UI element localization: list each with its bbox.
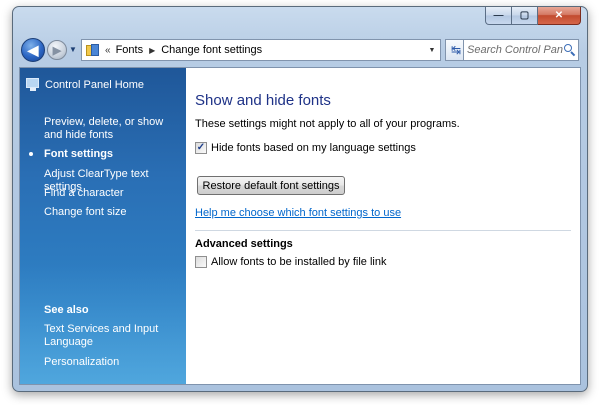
refresh-icon: ↹	[450, 43, 462, 57]
sidebar-item-change-font-size[interactable]: Change font size	[44, 206, 182, 219]
content-frame: Control Panel Home Preview, delete, or s…	[19, 67, 581, 385]
file-link-checkbox[interactable]	[195, 256, 207, 268]
checkmark-icon: ✓	[196, 142, 206, 153]
search-box	[463, 39, 579, 61]
address-bar[interactable]: « Fonts ▶ Change font settings ▼	[81, 39, 441, 61]
file-link-option[interactable]: Allow fonts to be installed by file link	[195, 256, 386, 268]
close-icon: ✕	[554, 10, 564, 21]
address-dropdown-button[interactable]: ▼	[424, 40, 440, 60]
breadcrumb-overflow-icon[interactable]: «	[105, 45, 111, 56]
fonts-folder-icon	[85, 43, 101, 57]
navigation-bar: ◀ ▶ ▼ « Fonts ▶ Change font settings ▼ ↹	[19, 35, 581, 65]
search-icon[interactable]	[563, 43, 577, 57]
recent-pages-button[interactable]: ▼	[69, 45, 77, 54]
advanced-settings-heading: Advanced settings	[195, 238, 293, 250]
back-button[interactable]: ◀	[21, 38, 45, 62]
minimize-button[interactable]: —	[485, 7, 512, 25]
sidebar-item-find-character[interactable]: Find a character	[44, 187, 182, 200]
sidebar-item-font-settings[interactable]: Font settings	[44, 148, 182, 161]
close-button[interactable]: ✕	[538, 7, 581, 25]
search-input[interactable]	[467, 41, 563, 59]
file-link-label[interactable]: Allow fonts to be installed by file link	[211, 256, 386, 268]
control-panel-home-label: Control Panel Home	[45, 78, 145, 91]
chevron-down-icon: ▼	[69, 45, 77, 54]
settings-note: These settings might not apply to all of…	[195, 118, 460, 130]
fonts-window: — ▢ ✕ ◀ ▶ ▼ « Fonts ▶ Change font settin…	[12, 6, 588, 392]
help-link[interactable]: Help me choose which font settings to us…	[195, 207, 401, 219]
see-also-personalization[interactable]: Personalization	[44, 356, 182, 369]
chevron-down-icon: ▼	[428, 46, 436, 54]
forward-button[interactable]: ▶	[47, 40, 67, 60]
breadcrumb-change-font-settings[interactable]: Change font settings	[161, 44, 262, 56]
task-pane: Control Panel Home Preview, delete, or s…	[20, 68, 186, 384]
breadcrumb-fonts[interactable]: Fonts	[116, 44, 144, 56]
maximize-button[interactable]: ▢	[512, 7, 538, 25]
back-arrow-icon: ◀	[27, 41, 39, 58]
maximize-icon: ▢	[519, 10, 530, 21]
control-panel-icon	[26, 78, 40, 92]
hide-fonts-option[interactable]: ✓ Hide fonts based on my language settin…	[195, 142, 416, 154]
caption-buttons: — ▢ ✕	[485, 7, 581, 25]
breadcrumb-arrow-icon[interactable]: ▶	[149, 46, 155, 55]
hide-fonts-label[interactable]: Hide fonts based on my language settings	[211, 142, 416, 154]
section-divider	[195, 230, 571, 231]
control-panel-home-link[interactable]: Control Panel Home	[26, 78, 144, 92]
sidebar-item-preview-fonts[interactable]: Preview, delete, or show and hide fonts	[44, 116, 182, 142]
restore-default-button[interactable]: Restore default font settings	[197, 176, 345, 195]
main-pane: Show and hide fonts These settings might…	[186, 68, 580, 384]
minimize-icon: —	[493, 10, 504, 21]
see-also-text-services[interactable]: Text Services and Input Language	[44, 323, 182, 349]
current-page-bullet-icon	[29, 152, 33, 156]
page-title: Show and hide fonts	[195, 92, 331, 109]
see-also-heading: See also	[44, 304, 89, 316]
forward-arrow-icon: ▶	[52, 44, 62, 57]
hide-fonts-checkbox[interactable]: ✓	[195, 142, 207, 154]
